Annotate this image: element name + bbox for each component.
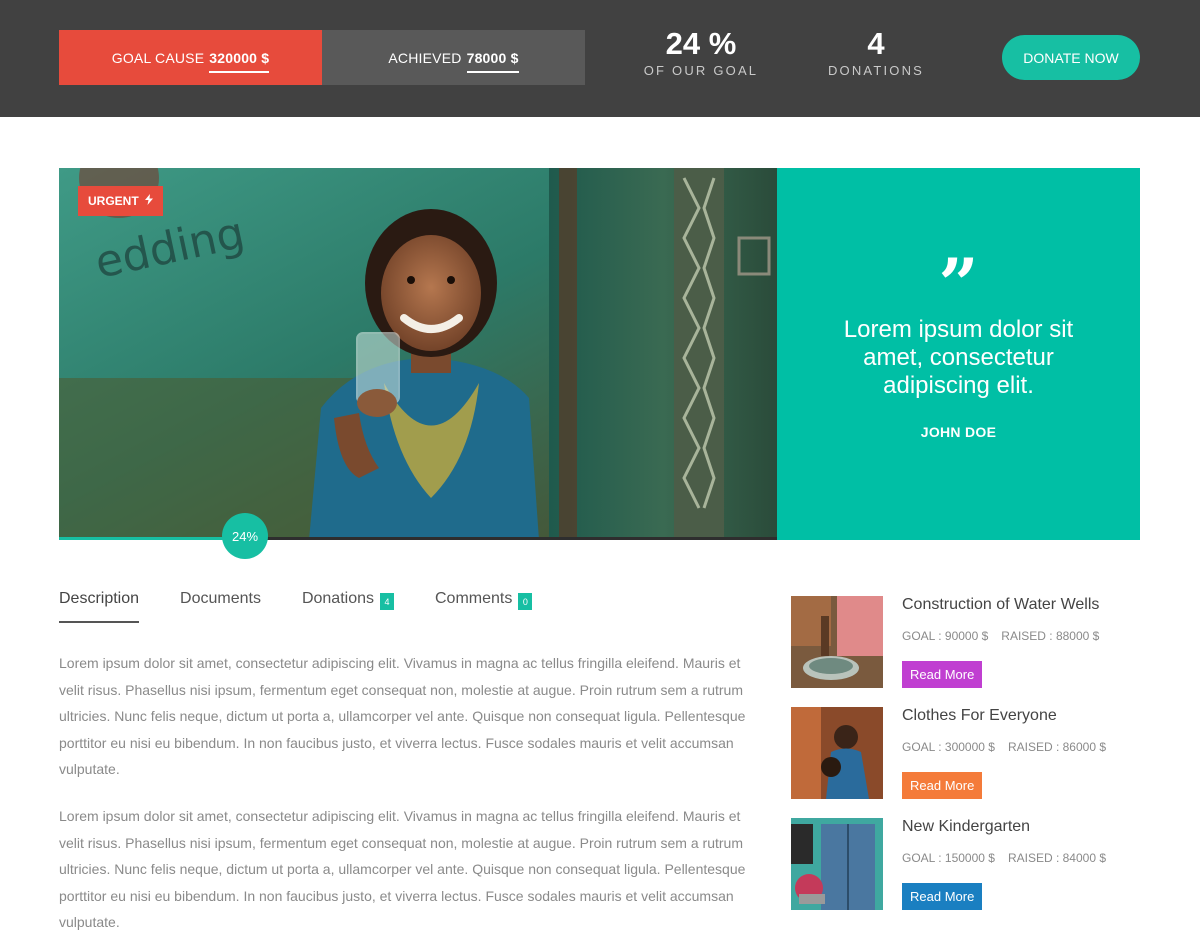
donations-label: DONATIONS: [827, 63, 925, 78]
tab-donations[interactable]: Donations 4: [302, 590, 394, 623]
cause-title[interactable]: Construction of Water Wells: [902, 596, 1099, 614]
tab-description[interactable]: Description: [59, 590, 140, 623]
goal-cause-box: GOAL CAUSE 320000 $: [59, 30, 322, 85]
campaign-header: GOAL CAUSE 320000 $ ACHIEVED 78000 $ 24 …: [0, 0, 1200, 117]
lightning-icon: [144, 194, 153, 208]
read-more-button[interactable]: Read More: [902, 661, 983, 688]
cause-title[interactable]: New Kindergarten: [902, 818, 1030, 836]
achieved-box: ACHIEVED 78000 $: [322, 30, 585, 85]
donations-count-badge: 4: [380, 593, 394, 610]
testimonial-quote: Lorem ipsum dolor sit amet, consectetur …: [843, 316, 1074, 399]
clothes-thumbnail[interactable]: [791, 707, 883, 799]
goal-percent-stat: 24 % OF OUR GOAL: [630, 26, 772, 78]
description-paragraph: Lorem ipsum dolor sit amet, consectetur …: [59, 655, 746, 778]
comments-count-badge: 0: [518, 593, 533, 610]
donations-stat: 4 DONATIONS: [812, 26, 940, 78]
funding-progress-bar: [59, 537, 777, 540]
goal-percent-value: 24 %: [665, 26, 737, 61]
cause-tabs: Description Documents Donations 4 Commen…: [59, 590, 573, 623]
cause-hero-image: edding: [59, 168, 777, 540]
kindergarten-thumbnail[interactable]: [791, 818, 883, 910]
read-more-button[interactable]: Read More: [902, 883, 983, 910]
related-cause-card: Clothes For Everyone GOAL : 300000 $ RAIS…: [791, 707, 1140, 799]
tab-label: Description: [59, 590, 140, 607]
funding-progress-fill: [59, 537, 232, 540]
testimonial-author: JOHN DOE: [920, 424, 997, 440]
tab-label: Documents: [180, 590, 261, 607]
cause-goal: GOAL : 90000 $: [902, 629, 989, 643]
achieved-label: ACHIEVED: [388, 49, 462, 66]
tab-label: Donations: [301, 590, 374, 607]
goal-cause-value: 320000 $: [209, 49, 270, 73]
quote-icon: ”: [938, 243, 979, 326]
water-wells-thumbnail[interactable]: [791, 596, 883, 688]
tab-comments[interactable]: Comments 0: [435, 590, 533, 623]
cause-raised: RAISED : 88000 $: [1001, 629, 1100, 643]
cause-stats: GOAL : 300000 $ RAISED : 86000 $: [902, 740, 1106, 754]
cause-stats: GOAL : 150000 $ RAISED : 84000 $: [902, 851, 1106, 865]
cause-raised: RAISED : 86000 $: [1007, 740, 1107, 754]
testimonial-panel: ” Lorem ipsum dolor sit amet, consectetu…: [777, 168, 1140, 540]
urgent-badge: URGENT: [78, 186, 163, 216]
related-cause-card: New Kindergarten GOAL : 150000 $ RAISED :…: [791, 818, 1140, 910]
description-paragraph: Lorem ipsum dolor sit amet, consectetur …: [59, 808, 746, 931]
cause-stats: GOAL : 90000 $ RAISED : 88000 $: [902, 629, 1099, 643]
cause-title[interactable]: Clothes For Everyone: [902, 707, 1057, 725]
goal-cause-label: GOAL CAUSE: [111, 49, 205, 66]
donate-now-button[interactable]: DONATE NOW: [1002, 35, 1140, 80]
tab-label: Comments: [435, 590, 513, 607]
girl-with-glass-photo: edding: [59, 168, 777, 540]
funding-progress-badge: 24%: [222, 513, 268, 559]
read-more-button[interactable]: Read More: [902, 772, 983, 799]
urgent-badge-label: URGENT: [88, 194, 139, 208]
goal-percent-label: OF OUR GOAL: [643, 63, 759, 78]
cause-goal: GOAL : 150000 $: [902, 851, 995, 865]
tab-documents[interactable]: Documents: [180, 590, 261, 623]
cause-raised: RAISED : 84000 $: [1007, 851, 1107, 865]
related-cause-card: Construction of Water Wells GOAL : 90000…: [791, 596, 1140, 688]
cause-goal: GOAL : 300000 $: [902, 740, 995, 754]
donations-count: 4: [867, 26, 885, 61]
achieved-value: 78000 $: [466, 49, 519, 73]
